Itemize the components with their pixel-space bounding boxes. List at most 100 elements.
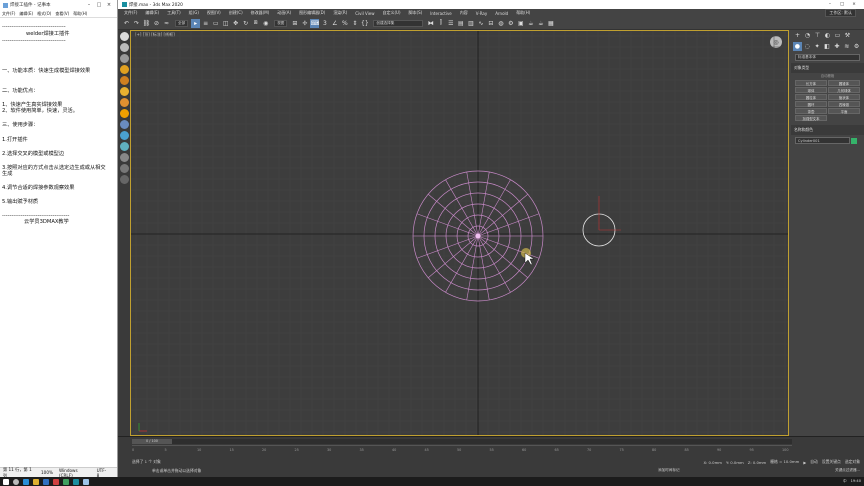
coord-y[interactable]: Y: 0.0mm bbox=[726, 460, 744, 465]
max-menu-item[interactable]: Arnold bbox=[495, 11, 508, 16]
app3-icon[interactable] bbox=[63, 478, 69, 485]
max-taskbar-icon[interactable] bbox=[73, 478, 79, 485]
keyboard-shortcut-override-icon[interactable]: ⌨ bbox=[310, 18, 320, 28]
render-setup-icon[interactable]: ⚙ bbox=[506, 19, 515, 28]
render-online-icon[interactable]: ▦ bbox=[546, 19, 555, 28]
object-type-button[interactable]: 圆环 bbox=[795, 101, 827, 107]
spinner-snap-icon[interactable]: ⇕ bbox=[350, 19, 359, 28]
max-maximize-icon[interactable]: □ bbox=[836, 2, 848, 7]
curve-editor-icon[interactable]: ∿ bbox=[476, 19, 485, 28]
max-menu-item[interactable]: 文件(F) bbox=[124, 10, 137, 16]
rendered-frame-icon[interactable]: ▣ bbox=[516, 19, 525, 28]
max-menu-item[interactable]: 动画(A) bbox=[277, 10, 291, 16]
reference-coord-dropdown[interactable]: 视图 bbox=[274, 19, 288, 27]
max-menu-item[interactable]: 工具(T) bbox=[167, 10, 181, 16]
create-tab-icon[interactable]: + bbox=[793, 31, 802, 40]
coord-x[interactable]: X: 0.0mm bbox=[703, 460, 722, 465]
object-type-button[interactable]: 圆锥体 bbox=[828, 80, 860, 86]
max-menu-item[interactable]: 修改器(M) bbox=[251, 10, 270, 16]
helper-icon[interactable] bbox=[119, 87, 129, 96]
motion-icon[interactable] bbox=[119, 131, 129, 140]
category-dropdown[interactable]: 标准基本体 bbox=[795, 54, 860, 61]
vray-icon[interactable] bbox=[119, 164, 129, 173]
clock[interactable]: 19:40 bbox=[851, 479, 861, 484]
snaps-toggle-icon[interactable]: 3 bbox=[320, 19, 329, 28]
viewport-top[interactable]: [+] [顶] [标准] [线框] ◎ bbox=[130, 30, 789, 436]
max-menu-item[interactable]: 渲染(R) bbox=[333, 10, 347, 16]
mirror-icon[interactable]: ⧓ bbox=[426, 19, 435, 28]
menu-edit[interactable]: 编辑(E) bbox=[19, 11, 33, 17]
max-menu-item[interactable]: 内容 bbox=[460, 10, 468, 16]
max-minimize-icon[interactable]: – bbox=[824, 2, 836, 7]
object-type-button[interactable]: 球体 bbox=[795, 87, 827, 93]
object-name-field[interactable]: Cylinder001 bbox=[795, 137, 857, 144]
max-menu-item[interactable]: 脚本(S) bbox=[409, 10, 423, 16]
max-menu-item[interactable]: V-Ray bbox=[476, 11, 487, 16]
viewport-canvas[interactable] bbox=[131, 31, 789, 436]
object-type-button[interactable]: 四棱锥 bbox=[828, 101, 860, 107]
systems-icon[interactable] bbox=[119, 109, 129, 118]
object-type-button[interactable]: 长方体 bbox=[795, 80, 827, 86]
bind-space-warp-icon[interactable]: ≈ bbox=[162, 19, 171, 28]
play-icon[interactable]: ▶ bbox=[803, 460, 806, 465]
max-menu-item[interactable]: Civil View bbox=[355, 11, 374, 16]
unlink-icon[interactable]: ⊘ bbox=[152, 19, 161, 28]
search-icon[interactable] bbox=[13, 478, 19, 485]
explorer-icon[interactable] bbox=[33, 478, 39, 485]
cameras-icon[interactable]: ◧ bbox=[823, 42, 832, 51]
select-by-name-icon[interactable]: ≡ bbox=[201, 19, 210, 28]
start-icon[interactable] bbox=[3, 478, 9, 485]
close-icon[interactable]: × bbox=[104, 2, 114, 8]
ribbon-icon[interactable]: ▥ bbox=[466, 19, 475, 28]
menu-format[interactable]: 格式(O) bbox=[37, 11, 51, 17]
select-object-icon[interactable]: ▸ bbox=[191, 18, 201, 28]
layer-explorer-icon[interactable]: ☰ bbox=[446, 19, 455, 28]
auto-key-button[interactable]: 自动 bbox=[810, 459, 818, 465]
schematic-view-icon[interactable]: ⊟ bbox=[486, 19, 495, 28]
object-color-swatch[interactable] bbox=[851, 138, 857, 144]
spacewarp-icon[interactable] bbox=[119, 98, 129, 107]
utilities-tab-icon[interactable]: ⚒ bbox=[843, 31, 852, 40]
max-menu-item[interactable]: 帮助(H) bbox=[516, 10, 530, 16]
named-selection-dropdown[interactable]: 创建选择集 bbox=[373, 19, 424, 27]
menu-view[interactable]: 查看(V) bbox=[55, 11, 69, 17]
render-production-icon[interactable]: ☕ bbox=[526, 19, 535, 28]
add-time-tag[interactable]: 添加时间标记 bbox=[658, 468, 680, 473]
display-tab-icon[interactable]: ▭ bbox=[833, 31, 842, 40]
max-menu-item[interactable]: Interactive bbox=[430, 11, 452, 16]
redo-icon[interactable]: ↷ bbox=[132, 19, 141, 28]
minimize-icon[interactable]: – bbox=[84, 2, 94, 8]
max-menu-item[interactable]: 自定义(U) bbox=[382, 10, 400, 16]
object-type-button[interactable]: 加强型文本 bbox=[795, 115, 827, 121]
move-icon[interactable]: ✥ bbox=[231, 19, 240, 28]
app-icon[interactable] bbox=[43, 478, 49, 485]
timeline-ruler[interactable]: 0 5 10 15 20 25 30 35 40 45 50 55 60 65 70 75 80 85 90 95 10… bbox=[132, 445, 792, 457]
select-manipulate-icon[interactable]: ✢ bbox=[300, 19, 309, 28]
align-icon[interactable]: ⫿ bbox=[436, 19, 445, 28]
object-type-button[interactable]: 几何球体 bbox=[828, 87, 860, 93]
rollout-object-type[interactable]: 对象类型 bbox=[791, 63, 864, 73]
geometry-icon[interactable]: ● bbox=[793, 42, 802, 51]
notepad-taskbar-icon[interactable] bbox=[83, 478, 89, 485]
lights-icon[interactable]: ✦ bbox=[813, 42, 822, 51]
hierarchy-tab-icon[interactable]: ⊤ bbox=[813, 31, 822, 40]
shapes-icon[interactable]: ◌ bbox=[803, 42, 812, 51]
menu-help[interactable]: 帮助(H) bbox=[73, 11, 87, 17]
object-type-button[interactable]: 管状体 bbox=[828, 94, 860, 100]
modify-tab-icon[interactable]: ◔ bbox=[803, 31, 812, 40]
percent-snap-icon[interactable]: % bbox=[340, 19, 349, 28]
edge-icon[interactable] bbox=[23, 478, 29, 485]
rollout-name-color[interactable]: 名称和颜色 bbox=[791, 125, 864, 135]
hierarchy-icon[interactable] bbox=[119, 120, 129, 129]
spacewarps-icon[interactable]: ≋ bbox=[842, 42, 851, 51]
undo-icon[interactable]: ↶ bbox=[122, 19, 131, 28]
max-menu-item[interactable]: 视图(V) bbox=[207, 10, 221, 16]
max-close-icon[interactable]: × bbox=[848, 2, 860, 7]
time-slider[interactable]: 0 / 100 bbox=[132, 439, 792, 444]
angle-snap-icon[interactable]: ∠ bbox=[330, 19, 339, 28]
pivot-icon[interactable]: ⊞ bbox=[290, 19, 299, 28]
link-icon[interactable]: ⛓ bbox=[142, 19, 151, 28]
selected-dropdown[interactable]: 选定对象 bbox=[845, 459, 860, 465]
max-menu-item[interactable]: 创建(C) bbox=[229, 10, 243, 16]
object-type-button[interactable]: 茶壶 bbox=[795, 108, 827, 114]
